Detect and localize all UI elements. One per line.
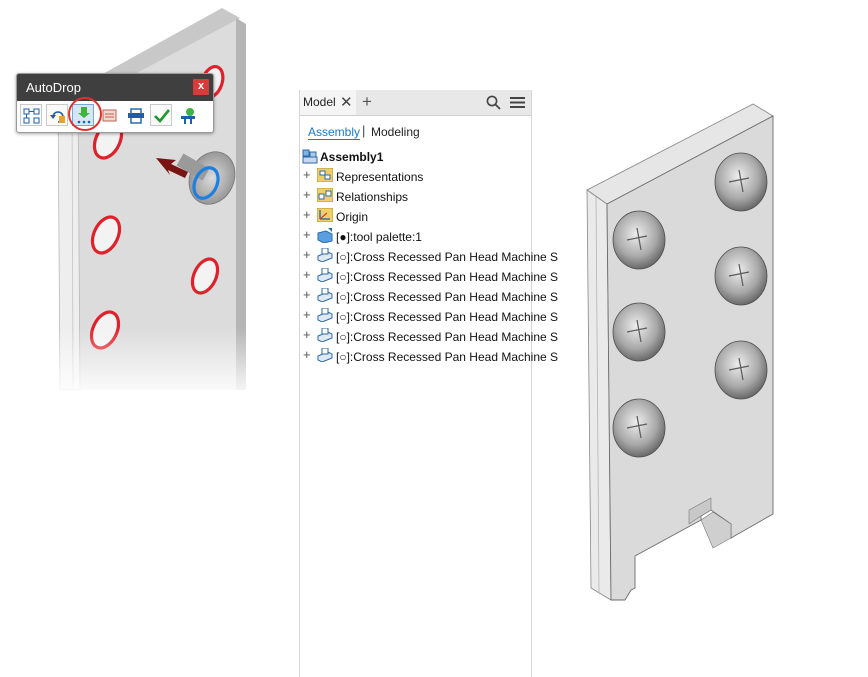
search-icon[interactable] [486, 95, 501, 110]
autodrop-fasteners-button[interactable] [124, 104, 146, 126]
autodrop-close-button[interactable]: x [193, 79, 209, 95]
browser-tab-bar: Model ✕ + [300, 90, 531, 116]
tree-node-fastener[interactable]: + [○]:Cross Recessed Pan Head Machine S [300, 305, 558, 325]
autodrop-change-size-button[interactable] [98, 104, 120, 126]
expand-icon[interactable]: + [303, 227, 311, 242]
autodrop-apply-button[interactable] [150, 104, 172, 126]
expand-icon[interactable]: + [303, 267, 311, 282]
tree-root-assembly[interactable]: Assembly1 [300, 145, 531, 165]
tree-node-label: [○]:Cross Recessed Pan Head Machine S [336, 250, 559, 264]
autodrop-done-button[interactable] [176, 104, 198, 126]
fastener-icon [317, 268, 333, 282]
autodrop-insert-icon [77, 107, 91, 124]
add-tab-button[interactable]: + [362, 90, 372, 114]
tree-node-origin[interactable]: + Origin [300, 205, 531, 225]
autodrop-insert-button[interactable] [72, 104, 94, 126]
model-tree: Assembly1 + Representations + Relationsh… [300, 145, 558, 365]
part-icon [317, 228, 333, 243]
representations-icon [317, 168, 333, 182]
autodrop-browse-icon [23, 108, 40, 124]
expand-icon[interactable]: + [303, 187, 311, 202]
hamburger-menu-icon[interactable] [510, 96, 525, 109]
expand-icon[interactable]: + [303, 307, 311, 322]
tree-node-label: Relationships [336, 190, 409, 204]
tree-root-label: Assembly1 [320, 150, 384, 164]
autodrop-apply-icon [154, 109, 171, 123]
expand-icon[interactable]: + [303, 347, 311, 362]
tab-model[interactable]: Model ✕ [300, 90, 356, 115]
tree-node-label: [○]:Cross Recessed Pan Head Machine S [336, 290, 559, 304]
tree-node-label: [●]:tool palette:1 [336, 230, 422, 244]
model-browser[interactable]: Model ✕ + Assembly | Modeling Assembly1 [299, 90, 558, 677]
autodrop-title-bar[interactable]: AutoDrop x [17, 74, 213, 101]
autodrop-viewport[interactable]: AutoDrop x [0, 0, 260, 400]
tab-model-label: Model [303, 95, 336, 109]
assembly-icon [302, 149, 318, 164]
mode-separator: | [362, 123, 366, 138]
expand-icon[interactable]: + [303, 207, 311, 222]
palette-plate-graphic [0, 0, 260, 400]
relationships-icon [317, 188, 333, 202]
fastener-icon [317, 288, 333, 302]
autodrop-title: AutoDrop [26, 80, 81, 95]
expand-icon[interactable]: + [303, 247, 311, 262]
autodrop-fasteners-icon [128, 108, 144, 124]
autodrop-change-size-icon [102, 109, 117, 122]
tree-node-fastener[interactable]: + [○]:Cross Recessed Pan Head Machine S [300, 265, 558, 285]
expand-icon[interactable]: + [303, 287, 311, 302]
tree-node-fastener[interactable]: + [○]:Cross Recessed Pan Head Machine S [300, 285, 558, 305]
tree-node-tool-palette[interactable]: + [●]:tool palette:1 [300, 225, 531, 245]
tree-node-fastener[interactable]: + [○]:Cross Recessed Pan Head Machine S [300, 245, 558, 265]
tree-node-relationships[interactable]: + Relationships [300, 185, 531, 205]
origin-icon [317, 208, 333, 222]
browser-mode-bar: Assembly | Modeling [300, 116, 531, 146]
tree-node-label: [○]:Cross Recessed Pan Head Machine S [336, 330, 559, 344]
tree-node-fastener[interactable]: + [○]:Cross Recessed Pan Head Machine S [300, 345, 558, 365]
expand-icon[interactable]: + [303, 327, 311, 342]
tree-node-label: [○]:Cross Recessed Pan Head Machine S [336, 350, 559, 364]
mode-assembly-link[interactable]: Assembly [308, 125, 361, 140]
autodrop-toolbar[interactable]: AutoDrop x [16, 73, 214, 133]
tree-node-label: Representations [336, 170, 424, 184]
expand-icon[interactable]: + [303, 167, 311, 182]
fastener-icon [317, 348, 333, 362]
tree-node-representations[interactable]: + Representations [300, 165, 531, 185]
autodrop-done-icon [181, 108, 195, 124]
tree-node-label: [○]:Cross Recessed Pan Head Machine S [336, 270, 559, 284]
palette-with-screws-graphic [586, 103, 774, 601]
autodrop-rotate-button[interactable] [46, 104, 68, 126]
tree-node-label: [○]:Cross Recessed Pan Head Machine S [336, 310, 559, 324]
fastener-icon [317, 328, 333, 342]
tab-close-icon[interactable]: ✕ [340, 90, 353, 115]
assembly-viewport[interactable] [575, 100, 845, 610]
autodrop-browse-button[interactable] [20, 104, 42, 126]
fastener-icon [317, 248, 333, 262]
tree-node-label: Origin [336, 210, 369, 224]
mode-modeling-link[interactable]: Modeling [371, 125, 420, 139]
tree-node-fastener[interactable]: + [○]:Cross Recessed Pan Head Machine S [300, 325, 558, 345]
fastener-icon [317, 308, 333, 322]
autodrop-rotate-icon [50, 111, 65, 123]
